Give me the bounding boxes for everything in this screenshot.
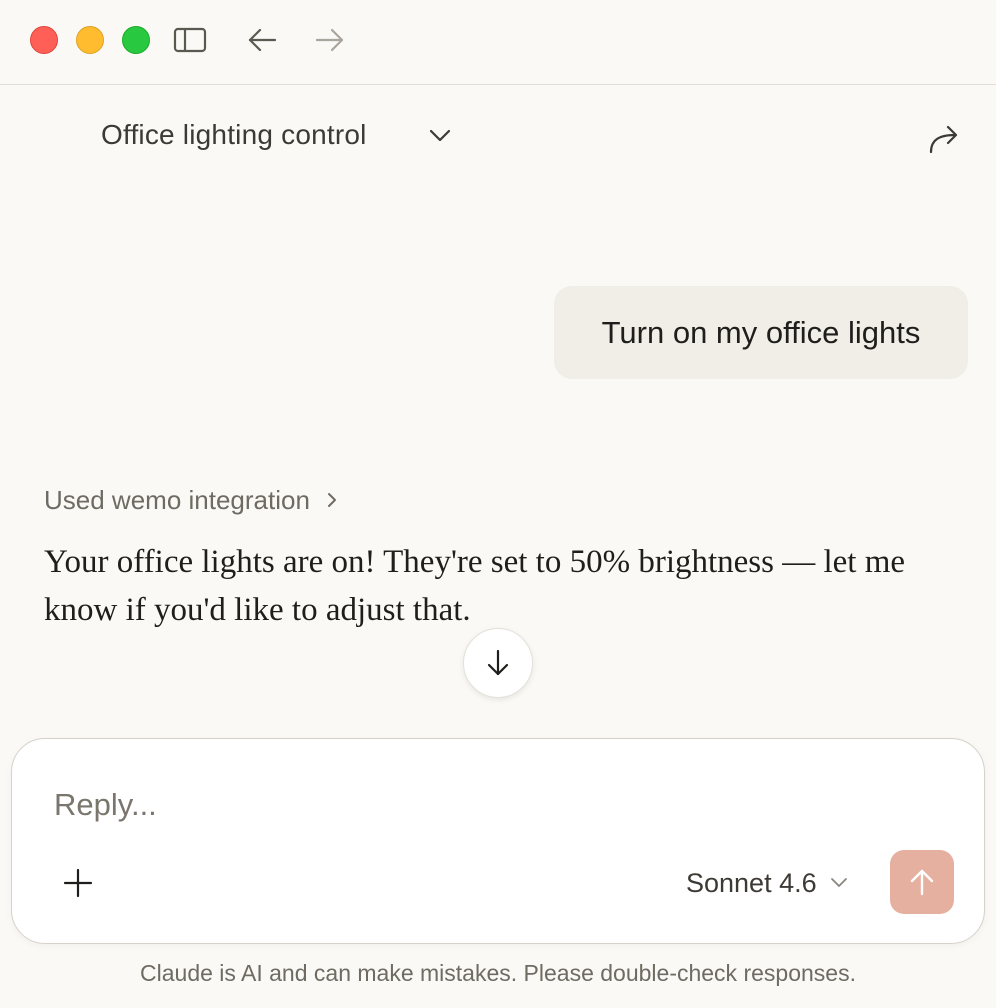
model-name: Sonnet 4.6 <box>686 867 817 898</box>
forward-button[interactable] <box>312 22 348 58</box>
user-message-text: Turn on my office lights <box>601 314 921 350</box>
forward-arrow-icon <box>315 28 344 52</box>
assistant-message-text: Your office lights are on! They're set t… <box>44 544 906 628</box>
tool-use-summary[interactable]: Used wemo integration <box>44 480 342 520</box>
add-attachment-button[interactable] <box>58 863 98 903</box>
arrow-up-icon <box>910 869 934 896</box>
plus-icon <box>63 868 93 898</box>
chevron-right-icon <box>322 488 342 512</box>
title-menu-button[interactable] <box>424 119 456 151</box>
close-window-button[interactable] <box>30 26 58 54</box>
user-message: Turn on my office lights <box>554 286 968 379</box>
app-window: Office lighting control Turn on my offic… <box>0 0 996 1008</box>
chevron-down-icon <box>429 129 451 142</box>
send-button[interactable] <box>890 850 954 914</box>
disclaimer-text: Claude is AI and can make mistakes. Plea… <box>140 960 856 986</box>
sidebar-toggle-button[interactable] <box>172 22 208 58</box>
minimize-window-button[interactable] <box>76 26 104 54</box>
scroll-to-bottom-button[interactable] <box>463 628 533 698</box>
chevron-down-icon <box>829 873 849 893</box>
conversation-title[interactable]: Office lighting control <box>101 119 367 151</box>
back-button[interactable] <box>244 22 280 58</box>
arrow-down-icon <box>487 649 509 676</box>
model-selector[interactable]: Sonnet 4.6 <box>686 863 849 903</box>
back-arrow-icon <box>248 28 277 52</box>
message-composer: Sonnet 4.6 <box>11 738 985 944</box>
conversation-header: Office lighting control <box>0 85 996 185</box>
sidebar-toggle-icon <box>173 27 207 53</box>
share-arrow-icon <box>929 125 958 154</box>
share-button[interactable] <box>924 119 964 159</box>
tool-use-label: Used wemo integration <box>44 484 310 515</box>
reply-input[interactable] <box>54 783 934 827</box>
zoom-window-button[interactable] <box>122 26 150 54</box>
title-bar <box>0 0 996 85</box>
